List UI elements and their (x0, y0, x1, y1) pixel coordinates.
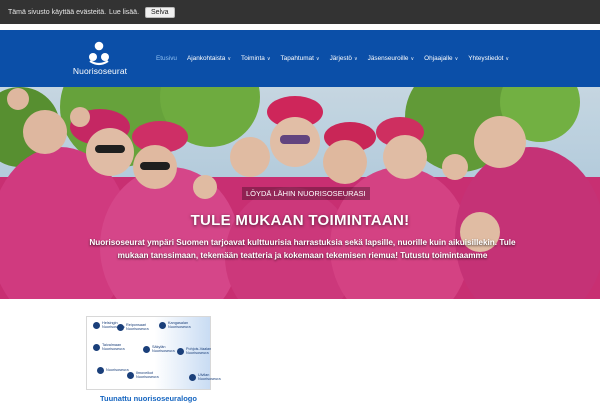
nav-item-jäsenseuroille[interactable]: Jäsenseuroille ∨ (368, 55, 415, 62)
people-logo-icon (189, 373, 196, 381)
nav-item-ohjaajalle[interactable]: Ohjaajalle ∨ (424, 55, 458, 62)
nav-item-järjestö[interactable]: Järjestö ∨ (330, 55, 358, 62)
nav-item-etusivu[interactable]: Etusivu (156, 55, 177, 62)
nav-item-yhteystiedot[interactable]: Yhteystiedot ∨ (468, 55, 509, 62)
seura-logo-name: Ilmoveikot Nuorisoseura (136, 371, 159, 380)
seura-logo-name: Pohjois-Vaalan Nuorisoseura (186, 347, 212, 356)
chevron-down-icon: ∨ (353, 55, 358, 62)
seura-logo: Kangasalan Nuorisoseura (159, 321, 194, 330)
cookie-text: Tämä sivusto käyttää evästeitä. (8, 8, 107, 16)
seura-logo: Reiponsaari Nuorisoseura (117, 323, 152, 332)
people-logo-icon (159, 321, 166, 329)
people-logo-icon (93, 343, 100, 351)
seura-logo: Ulvilan Nuorisoseura (189, 373, 224, 382)
chevron-down-icon: ∨ (266, 55, 271, 62)
nav-item-label: Järjestö (329, 55, 352, 62)
cookie-bar: Tämä sivusto käyttää evästeitä. Lue lisä… (0, 0, 600, 24)
seura-logo: Ilmoveikot Nuorisoseura (127, 371, 162, 380)
chevron-down-icon: ∨ (410, 55, 415, 62)
people-logo-icon (177, 347, 184, 355)
hero-description: Nuorisoseurat ympäri Suomen tarjoavat ku… (89, 238, 516, 260)
nav-item-toiminta[interactable]: Toiminta ∨ (241, 55, 270, 62)
people-logo-icon (97, 367, 104, 374)
nav-item-label: Toiminta (241, 55, 265, 62)
seura-logo-name: Reiponsaari Nuorisoseura (126, 323, 149, 332)
chevron-down-icon: ∨ (505, 55, 510, 62)
site-logo[interactable]: Nuorisoseurat (72, 40, 128, 80)
people-logo-icon (93, 321, 100, 329)
people-logo-icon (143, 345, 150, 353)
chevron-down-icon: ∨ (315, 55, 320, 62)
tuned-logos-image[interactable]: Helsingin Nuorisoseura Reiponsaari Nuoris… (86, 316, 221, 390)
hero-title: TULE MUKAAN TOIMINTAAN! (190, 212, 410, 229)
cookie-read-more-link[interactable]: Lue lisää. (109, 9, 139, 16)
site-header: Nuorisoseurat Etusivu Ajankohtaista ∨ Toimi… (0, 30, 600, 87)
cookie-accept-button[interactable]: Selva (145, 6, 175, 18)
nav-item-label: Etusivu (156, 55, 177, 62)
brand-name: Nuorisoseurat (72, 66, 128, 76)
seura-logo: Pohjois-Vaalan Nuorisoseura (177, 347, 212, 356)
nav-item-label: Yhteystiedot (468, 55, 504, 62)
nav-item-label: Ajankohtaista (186, 55, 226, 62)
people-logo-icon (117, 323, 124, 331)
seura-logo-name: Taivalmaan Nuorisoseura (102, 343, 125, 352)
seura-logo: Säkylän Nuorisoseura (143, 345, 178, 354)
main-navigation: Etusivu Ajankohtaista ∨ Toiminta ∨ Tapahtumat… (156, 55, 519, 62)
nav-item-ajankohtaista[interactable]: Ajankohtaista ∨ (187, 55, 231, 62)
seura-logo-name: Ulvilan Nuorisoseura (198, 373, 221, 382)
people-logo-icon (89, 41, 109, 66)
people-logo-icon (127, 371, 134, 379)
seura-logo-name: Säkylän Nuorisoseura (152, 345, 175, 354)
seura-logo-name: Kangasalan Nuorisoseura (168, 321, 191, 330)
nav-item-label: Ohjaajalle (424, 55, 453, 62)
chevron-down-icon: ∨ (227, 55, 232, 62)
nav-item-label: Jäsenseuroille (367, 55, 409, 62)
hero-find-nearest-link[interactable]: LÖYDÄ LÄHIN NUORISOSEURASI (242, 187, 370, 200)
tuned-logo-caption-link[interactable]: Tuunattu nuorisoseuralogo (100, 394, 197, 403)
nav-item-tapahtumat[interactable]: Tapahtumat ∨ (280, 55, 319, 62)
seura-logo: Taivalmaan Nuorisoseura (93, 343, 128, 352)
nav-item-label: Tapahtumat (280, 55, 314, 62)
chevron-down-icon: ∨ (454, 55, 459, 62)
